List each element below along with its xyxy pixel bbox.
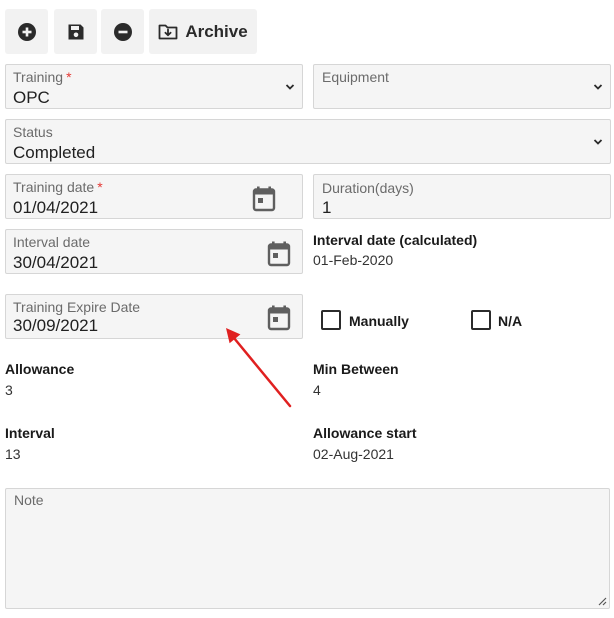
- note-textarea[interactable]: Note: [5, 488, 610, 609]
- resize-grip-icon[interactable]: [597, 596, 607, 606]
- plus-circle-icon: [17, 22, 36, 41]
- chevron-down-icon: [593, 138, 603, 145]
- min-between-value: 4: [313, 382, 321, 398]
- allowance-label: Allowance: [5, 361, 75, 377]
- interval-date-calculated-value: 01-Feb-2020: [313, 252, 394, 268]
- training-value: OPC: [13, 88, 50, 107]
- manually-label[interactable]: Manually: [349, 313, 409, 329]
- interval-date-value: 30/04/2021: [13, 253, 99, 272]
- training-date-value: 01/04/2021: [13, 198, 99, 217]
- allowance-value: 3: [5, 382, 13, 398]
- chevron-down-icon: [285, 83, 295, 90]
- required-mark: *: [66, 69, 72, 85]
- status-value: Completed: [13, 143, 96, 162]
- chevron-down-icon: [593, 83, 603, 90]
- required-mark: *: [97, 179, 103, 195]
- training-date-label: Training date *: [13, 179, 103, 195]
- interval-label: Interval: [5, 425, 55, 441]
- duration-value: 1: [322, 198, 332, 217]
- manually-checkbox[interactable]: [321, 310, 341, 330]
- training-expire-date-value: 30/09/2021: [13, 316, 99, 335]
- minus-circle-icon: [113, 22, 132, 41]
- archive-button[interactable]: Archive: [149, 9, 257, 54]
- save-button[interactable]: [54, 9, 97, 54]
- calendar-icon[interactable]: [267, 241, 291, 267]
- interval-value: 13: [5, 446, 21, 462]
- duration-label: Duration(days): [322, 180, 414, 196]
- floppy-disk-icon: [68, 24, 83, 39]
- folder-download-icon: [158, 24, 178, 39]
- training-select[interactable]: Training * OPC: [5, 64, 303, 109]
- calendar-icon[interactable]: [252, 186, 276, 212]
- allowance-start-value: 02-Aug-2021: [313, 446, 394, 462]
- training-expire-date-field[interactable]: Training Expire Date 30/09/2021: [5, 294, 303, 339]
- interval-date-field[interactable]: Interval date 30/04/2021: [5, 229, 303, 274]
- allowance-start-label: Allowance start: [313, 425, 417, 441]
- duration-field[interactable]: Duration(days) 1: [313, 174, 611, 219]
- interval-date-label: Interval date: [13, 234, 91, 250]
- equipment-label: Equipment: [322, 69, 389, 85]
- interval-date-calculated-label: Interval date (calculated): [313, 232, 478, 248]
- na-checkbox[interactable]: [471, 310, 491, 330]
- archive-button-label: Archive: [185, 21, 248, 41]
- note-label: Note: [14, 492, 44, 508]
- min-between-label: Min Between: [313, 361, 399, 377]
- status-label: Status: [13, 124, 53, 140]
- training-expire-date-label: Training Expire Date: [13, 299, 141, 315]
- remove-button[interactable]: [101, 9, 144, 54]
- add-button[interactable]: [5, 9, 48, 54]
- calendar-icon[interactable]: [267, 305, 291, 331]
- equipment-select[interactable]: Equipment: [313, 64, 611, 109]
- na-label[interactable]: N/A: [498, 313, 522, 329]
- training-label: Training *: [13, 69, 72, 85]
- training-date-field[interactable]: Training date * 01/04/2021: [5, 174, 303, 219]
- status-select[interactable]: Status Completed: [5, 119, 611, 164]
